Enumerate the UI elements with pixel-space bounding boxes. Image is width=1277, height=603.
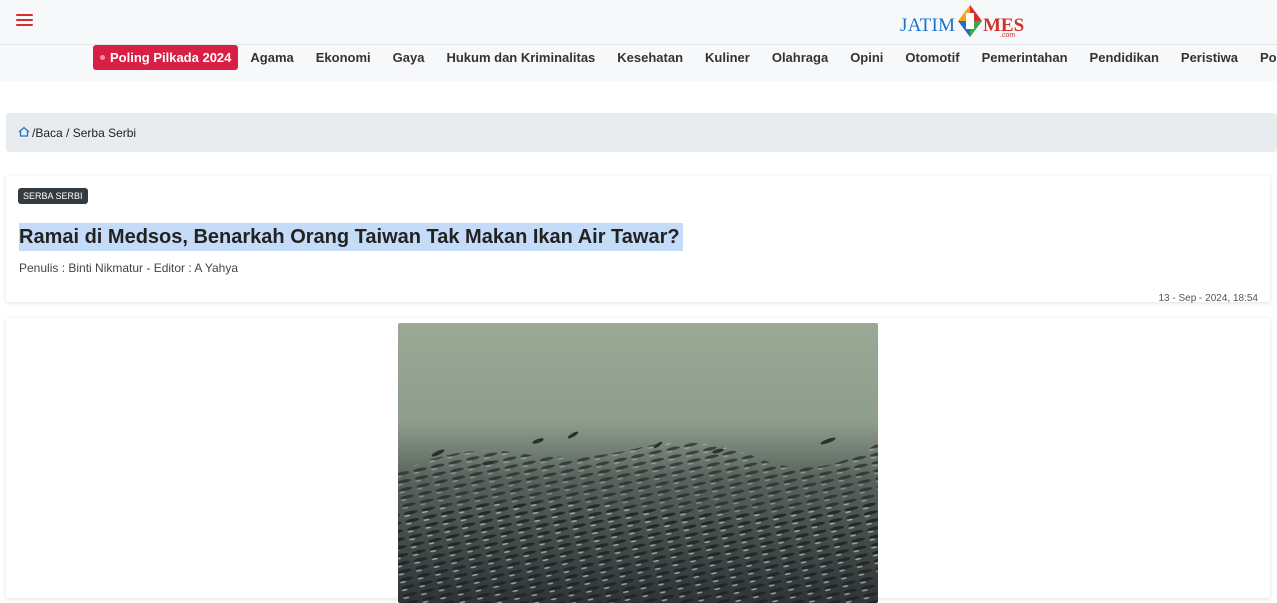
article-photo <box>398 323 878 603</box>
nav-item-politik[interactable]: Politik <box>1260 45 1277 70</box>
nav-item-pendidikan[interactable]: Pendidikan <box>1090 45 1159 70</box>
site-logo[interactable]: JATIM MES .com <box>900 3 1030 43</box>
article-date: 13 - Sep - 2024, 18:54 <box>1158 293 1258 304</box>
nav-item-kuliner[interactable]: Kuliner <box>705 45 750 70</box>
category-badge[interactable]: SERBA SERBI <box>18 188 88 204</box>
home-icon[interactable] <box>18 126 30 140</box>
article-header-card: SERBA SERBI Ramai di Medsos, Benarkah Or… <box>6 176 1270 304</box>
nav-item-ekonomi[interactable]: Ekonomi <box>316 45 371 70</box>
live-dot-icon <box>100 55 105 60</box>
nav-item-pemerintahan[interactable]: Pemerintahan <box>982 45 1068 70</box>
breadcrumb-link-baca[interactable]: Baca <box>35 126 62 140</box>
breadcrumb-link-serba-serbi[interactable]: Serba Serbi <box>73 126 136 140</box>
article-title: Ramai di Medsos, Benarkah Orang Taiwan T… <box>19 223 683 251</box>
breadcrumb-separator: / <box>62 125 73 140</box>
nav-item-hukum[interactable]: Hukum dan Kriminalitas <box>446 45 595 70</box>
logo-emblem-icon <box>958 5 982 37</box>
nav-item-gaya[interactable]: Gaya <box>393 45 425 70</box>
nav-item-otomotif[interactable]: Otomotif <box>905 45 959 70</box>
nav-item-kesehatan[interactable]: Kesehatan <box>617 45 683 70</box>
category-nav: Poling Pilkada 2024 Agama Ekonomi Gaya H… <box>0 45 1277 81</box>
nav-item-poling-pilkada[interactable]: Poling Pilkada 2024 <box>93 45 239 70</box>
logo-text-left: JATIM <box>900 15 956 36</box>
nav-item-peristiwa[interactable]: Peristiwa <box>1181 45 1238 70</box>
top-header: JATIM MES .com <box>0 0 1277 45</box>
logo-suffix: .com <box>1000 32 1016 39</box>
nav-item-label: Poling Pilkada 2024 <box>110 50 232 65</box>
nav-item-olahraga[interactable]: Olahraga <box>772 45 828 70</box>
nav-item-opini[interactable]: Opini <box>850 45 883 70</box>
article-image-card <box>6 318 1270 603</box>
nav-item-agama[interactable]: Agama <box>250 45 293 70</box>
breadcrumb: / Baca / Serba Serbi <box>6 113 1277 152</box>
hamburger-menu-icon[interactable] <box>16 14 33 28</box>
article-byline: Penulis : Binti Nikmatur - Editor : A Ya… <box>19 261 238 275</box>
